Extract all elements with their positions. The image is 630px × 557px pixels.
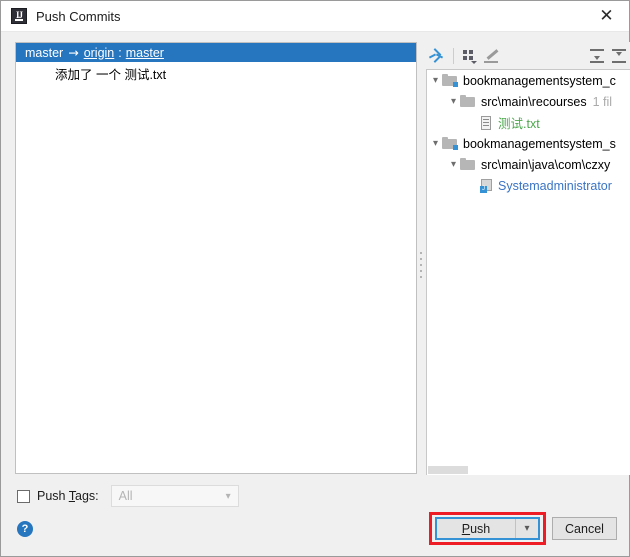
tree-row[interactable]: J Systemadministrator <box>427 175 630 196</box>
folder-icon <box>460 158 476 171</box>
tree-toolbar <box>426 42 630 69</box>
changed-files-tree[interactable]: ▾ bookmanagementsystem_c ▾ src\main\reco… <box>426 69 630 465</box>
tree-row[interactable]: ▾ bookmanagementsystem_c <box>427 70 630 91</box>
folder-module-icon <box>442 74 458 87</box>
tree-row[interactable]: ▾ src\main\java\com\czxy <box>427 154 630 175</box>
commit-list-panel[interactable]: master → origin : master 添加了 一个 测试.txt <box>15 42 417 474</box>
push-commits-dialog: IJ Push Commits ✕ master → origin : mast… <box>0 0 630 557</box>
tree-node-label: src\main\recourses <box>481 94 587 109</box>
edit-source-icon[interactable] <box>481 45 503 67</box>
branch-remote-link[interactable]: origin <box>84 46 115 60</box>
text-file-icon <box>480 115 493 130</box>
tree-row[interactable]: ▾ bookmanagementsystem_s <box>427 133 630 154</box>
java-class-icon: J <box>480 178 493 193</box>
push-dropdown-chevron-down-icon[interactable]: ▾ <box>515 519 538 538</box>
splitter-grip-icon <box>420 252 423 284</box>
push-tags-checkbox[interactable] <box>17 489 30 503</box>
panel-splitter[interactable] <box>417 42 426 474</box>
push-tags-label: Push Tags: <box>37 489 99 503</box>
branch-row[interactable]: master → origin : master <box>16 43 416 62</box>
window-title: Push Commits <box>36 8 121 24</box>
tree-node-label: bookmanagementsystem_s <box>463 136 616 151</box>
chevron-down-icon[interactable]: ▾ <box>447 159 460 170</box>
folder-module-icon <box>442 137 458 150</box>
tree-row[interactable]: ▾ src\main\recourses 1 fil <box>427 91 630 112</box>
push-tags-value: All <box>118 489 133 503</box>
push-tags-select[interactable]: All ▾ <box>110 485 239 507</box>
push-button-label[interactable]: Push <box>437 519 515 538</box>
tree-row[interactable]: 测试.txt <box>427 112 630 133</box>
help-button[interactable]: ? <box>17 521 33 537</box>
push-button[interactable]: Push ▾ <box>435 517 540 540</box>
tree-node-label: 测试.txt <box>498 117 540 131</box>
tree-node-label: src\main\java\com\czxy <box>481 157 611 172</box>
toolbar-divider <box>453 47 454 64</box>
chevron-down-icon[interactable]: ▾ <box>447 96 460 107</box>
chevron-down-icon: ▾ <box>225 490 231 502</box>
branch-target-link[interactable]: master <box>126 46 164 60</box>
intellij-idea-icon: IJ <box>11 8 27 24</box>
chevron-down-icon[interactable]: ▾ <box>429 75 442 86</box>
title-bar: IJ Push Commits ✕ <box>1 1 629 32</box>
tree-node-label: bookmanagementsystem_c <box>463 73 616 88</box>
branch-arrow-icon: → <box>68 45 79 60</box>
chevron-down-icon[interactable]: ▾ <box>429 138 442 149</box>
branch-source: master <box>25 45 64 60</box>
tree-node-count: 1 fil <box>592 94 613 109</box>
scrollbar-thumb[interactable] <box>428 466 468 474</box>
group-by-icon[interactable] <box>459 45 481 67</box>
tree-node-label: Systemadministrator <box>498 178 612 193</box>
commit-message-text: 添加了 一个 测试.txt <box>55 67 167 82</box>
collapse-all-icon[interactable] <box>608 45 630 67</box>
push-tags-row: Push Tags: All ▾ <box>17 485 239 507</box>
tree-horizontal-scrollbar[interactable] <box>426 465 630 475</box>
cancel-button[interactable]: Cancel <box>552 517 617 540</box>
close-icon[interactable]: ✕ <box>584 1 629 30</box>
expand-all-icon[interactable] <box>586 45 608 67</box>
branch-separator: : <box>118 45 122 60</box>
collapse-arrows-icon[interactable] <box>426 45 448 67</box>
folder-icon <box>460 95 476 108</box>
commit-message-row[interactable]: 添加了 一个 测试.txt <box>16 62 416 84</box>
